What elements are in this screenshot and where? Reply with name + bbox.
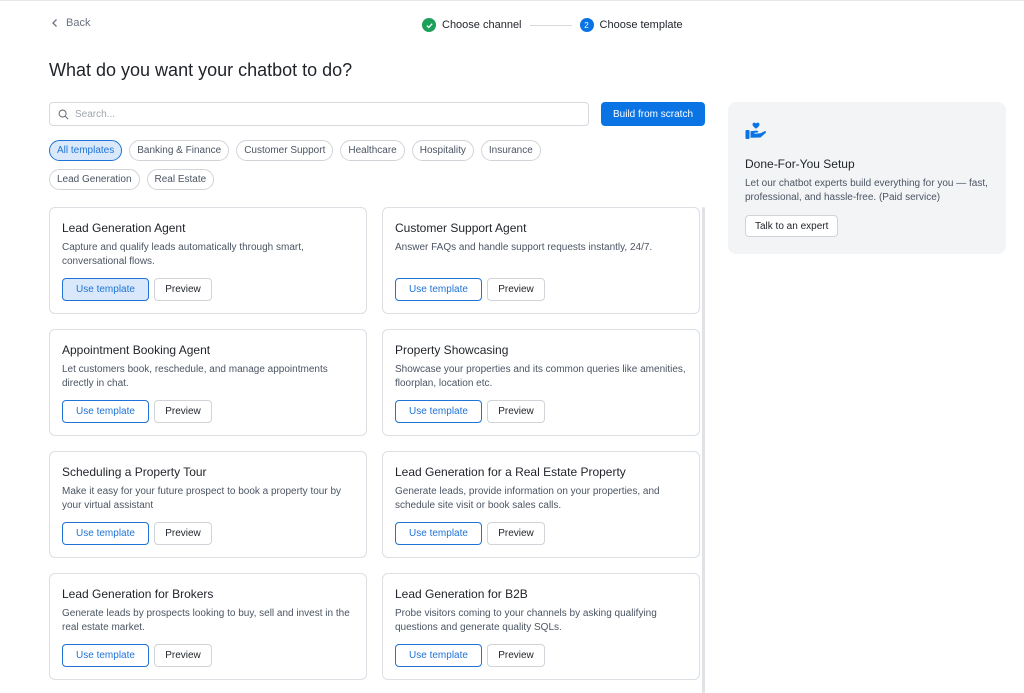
template-title: Lead Generation Agent (62, 221, 186, 235)
template-card: Lead Generation for Brokers Generate lea… (49, 573, 367, 680)
preview-button[interactable]: Preview (487, 644, 545, 667)
template-description: Showcase your properties and its common … (395, 364, 686, 389)
preview-button[interactable]: Preview (154, 278, 212, 301)
template-card: Scheduling a Property Tour Make it easy … (49, 451, 367, 558)
use-template-button[interactable]: Use template (395, 278, 482, 301)
back-label: Back (66, 17, 91, 29)
use-template-button[interactable]: Use template (62, 400, 149, 423)
step-number-badge: 2 (579, 18, 594, 32)
top-divider (0, 0, 1024, 1)
filter-chips: All templates Banking & Finance Customer… (49, 140, 589, 190)
template-card: Lead Generation Agent Capture and qualif… (49, 207, 367, 314)
template-description: Probe visitors coming to your channels b… (395, 608, 657, 633)
template-card: Appointment Booking Agent Let customers … (49, 329, 367, 436)
template-card: Lead Generation for B2B Probe visitors c… (382, 573, 700, 680)
template-grid: Lead Generation Agent Capture and qualif… (49, 207, 700, 680)
template-description: Let customers book, reschedule, and mana… (62, 364, 328, 389)
filter-chip-healthcare[interactable]: Healthcare (340, 140, 405, 161)
preview-button[interactable]: Preview (154, 522, 212, 545)
filter-chip-lead-generation[interactable]: Lead Generation (49, 169, 140, 190)
template-title: Lead Generation for a Real Estate Proper… (395, 465, 626, 479)
step-label: Choose template (599, 19, 683, 31)
template-title: Customer Support Agent (395, 221, 527, 235)
build-from-scratch-button[interactable]: Build from scratch (601, 102, 705, 126)
stepper: Choose channel 2 Choose template (422, 18, 683, 32)
filter-chip-banking-finance[interactable]: Banking & Finance (129, 140, 230, 161)
search-icon (58, 109, 69, 119)
template-description: Generate leads, provide information on y… (395, 486, 660, 511)
preview-button[interactable]: Preview (154, 400, 212, 423)
template-title: Lead Generation for Brokers (62, 587, 214, 601)
done-for-you-title: Done-For-You Setup (745, 157, 855, 171)
search-input[interactable] (75, 108, 588, 120)
filter-chip-hospitality[interactable]: Hospitality (411, 140, 474, 161)
template-list-scrollbar[interactable] (702, 207, 705, 693)
check-circle-icon (422, 18, 436, 32)
use-template-button[interactable]: Use template (62, 644, 149, 667)
step-connector (529, 24, 572, 26)
template-card: Property Showcasing Showcase your proper… (382, 329, 700, 436)
template-description: Generate leads by prospects looking to b… (62, 608, 350, 633)
back-button[interactable]: Back (50, 17, 90, 29)
search-box[interactable] (49, 102, 589, 126)
done-for-you-panel: Done-For-You Setup Let our chatbot exper… (728, 102, 1006, 254)
filter-chip-insurance[interactable]: Insurance (480, 140, 541, 161)
step-choose-channel[interactable]: Choose channel (422, 18, 522, 32)
step-label: Choose channel (442, 19, 522, 31)
template-card: Customer Support Agent Answer FAQs and h… (382, 207, 700, 314)
template-title: Property Showcasing (395, 343, 509, 357)
preview-button[interactable]: Preview (487, 278, 545, 301)
preview-button[interactable]: Preview (154, 644, 212, 667)
chevron-left-icon (52, 19, 57, 27)
filter-chip-real-estate[interactable]: Real Estate (146, 169, 215, 190)
template-description: Answer FAQs and handle support requests … (395, 242, 653, 253)
talk-to-expert-button[interactable]: Talk to an expert (745, 215, 839, 237)
done-for-you-description: Let our chatbot experts build everything… (745, 178, 988, 203)
template-description: Capture and qualify leads automatically … (62, 242, 304, 267)
template-title: Appointment Booking Agent (62, 343, 211, 357)
use-template-button[interactable]: Use template (62, 278, 149, 301)
template-title: Lead Generation for B2B (395, 587, 528, 601)
template-description: Make it easy for your future prospect to… (62, 486, 342, 511)
filter-chip-all-templates[interactable]: All templates (49, 140, 123, 161)
step-choose-template: 2 Choose template (579, 18, 683, 32)
page-title: What do you want your chatbot to do? (49, 60, 353, 80)
hand-heart-icon (745, 122, 767, 139)
template-title: Scheduling a Property Tour (62, 465, 207, 479)
filter-chip-customer-support[interactable]: Customer Support (236, 140, 334, 161)
use-template-button[interactable]: Use template (395, 522, 482, 545)
use-template-button[interactable]: Use template (62, 522, 149, 545)
preview-button[interactable]: Preview (487, 400, 545, 423)
preview-button[interactable]: Preview (487, 522, 545, 545)
use-template-button[interactable]: Use template (395, 400, 482, 423)
use-template-button[interactable]: Use template (395, 644, 482, 667)
template-card: Lead Generation for a Real Estate Proper… (382, 451, 700, 558)
